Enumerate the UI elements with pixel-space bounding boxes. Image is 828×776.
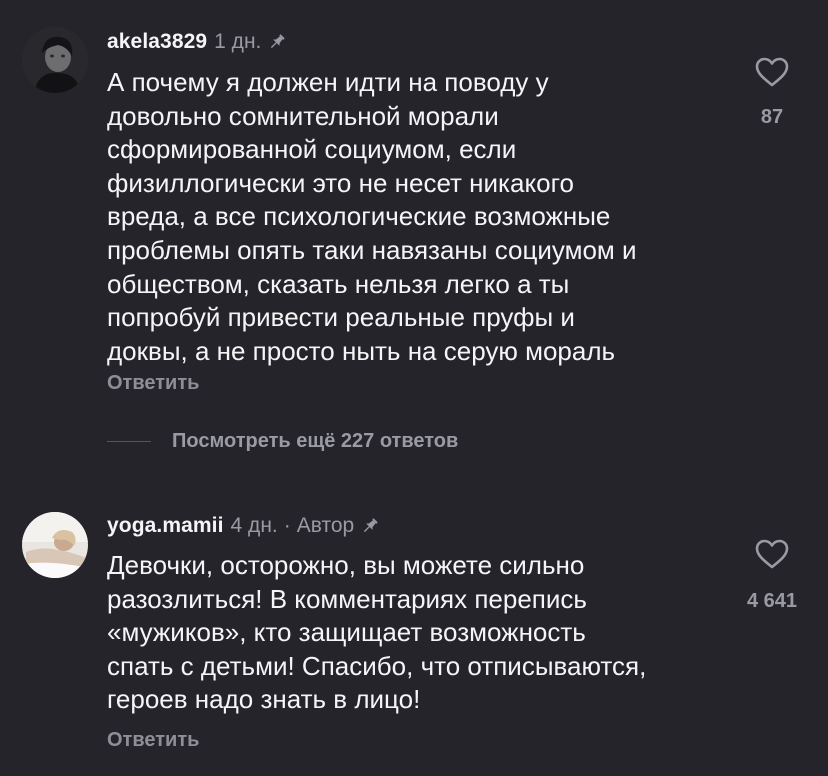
- reply-button[interactable]: Ответить: [107, 372, 199, 395]
- comment-text-line: сформированной социумом, если: [107, 134, 517, 165]
- username[interactable]: yoga.mamii: [107, 514, 224, 538]
- comment-text-line: Девочки, осторожно, вы можете сильно: [107, 550, 585, 580]
- comment-time: 1 дн.: [214, 30, 262, 53]
- heart-outline-icon: [755, 57, 789, 87]
- comment-text: Девочки, осторожно, вы можете сильно раз…: [107, 549, 646, 717]
- divider-line: [107, 440, 151, 443]
- like-button[interactable]: [754, 56, 790, 88]
- comment-text-line: попробуй привести реальные пруфы и: [107, 302, 575, 333]
- comment-time: 4 дн.: [230, 514, 278, 537]
- comment-text-line: обществом, сказать нельзя легко а ты: [107, 268, 570, 299]
- avatar[interactable]: [22, 512, 88, 578]
- comment-text-line: физиллогически это не несет никакого: [107, 167, 574, 198]
- comment-text-line: проблемы опять таки навязаны социумом и: [107, 234, 637, 265]
- like-button[interactable]: [754, 538, 790, 570]
- comment-text-line: довольно сомнительной морали: [107, 100, 499, 131]
- pin-icon: [360, 516, 380, 536]
- comment-text-line: разозлиться! В комментариях перепись: [107, 583, 587, 614]
- comment-text-line: вреда, а все психологические возможные: [107, 201, 611, 232]
- pin-icon: [267, 32, 287, 52]
- comment-text: А почему я должен идти на поводу у довол…: [107, 66, 637, 368]
- comment-text-line: «мужиков», кто защищает возможность: [107, 617, 586, 648]
- comment-meta: akela3829 1 дн.: [107, 28, 287, 56]
- view-more-replies-label: Посмотреть ещё 227 ответов: [172, 430, 459, 452]
- author-badge: Автор: [296, 514, 355, 537]
- meta-separator: ·: [283, 514, 291, 537]
- comment-text-line: А почему я должен идти на поводу у: [107, 67, 549, 97]
- like-count: 4 641: [746, 590, 798, 612]
- like-count: 87: [760, 106, 784, 128]
- heart-outline-icon: [755, 539, 789, 569]
- comment-text-line: спать с детьми! Спасибо, что отписываютс…: [107, 650, 647, 681]
- comments-screen: akela3829 1 дн. А почему я должен идти н…: [0, 0, 828, 776]
- comment-text-line: героев надо знать в лицо!: [107, 684, 421, 715]
- username[interactable]: akela3829: [107, 30, 207, 54]
- avatar[interactable]: [22, 27, 88, 93]
- comment-text-line: доквы, а не просто ныть на серую мораль: [107, 335, 616, 366]
- view-more-replies-button[interactable]: Посмотреть ещё 227 ответов: [107, 430, 458, 453]
- comment-meta: yoga.mamii 4 дн. · Автор: [107, 512, 380, 540]
- reply-button[interactable]: Ответить: [107, 729, 199, 752]
